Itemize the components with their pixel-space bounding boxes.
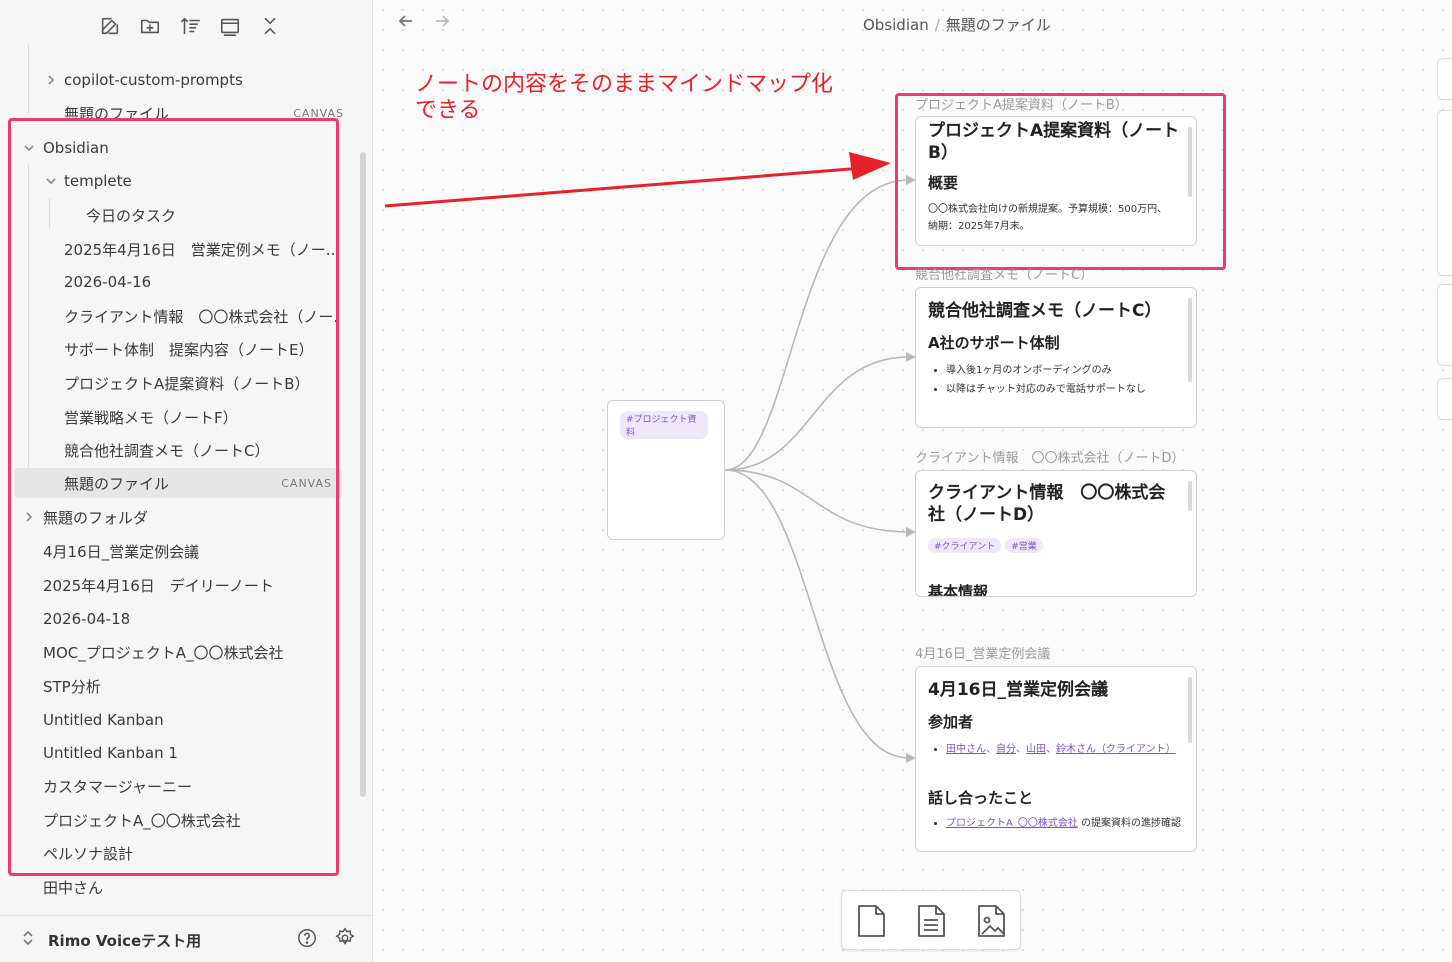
new-folder-icon xyxy=(140,19,160,34)
tag[interactable]: #クライアント xyxy=(928,538,1002,553)
chevron-right-icon xyxy=(44,73,58,87)
annotation-arrowhead xyxy=(849,152,891,180)
vault-name[interactable]: Rimo Voiceテスト用 xyxy=(48,930,201,951)
note-link[interactable]: プロジェクトA_〇〇株式会社 xyxy=(946,818,1078,829)
add-note-button[interactable] xyxy=(914,903,950,939)
separator: 、 xyxy=(1016,744,1026,755)
help-icon[interactable] xyxy=(296,927,318,953)
card-note-e[interactable]: 4月16日_営業定例会議 参加者 田中さん、自分、山田、鈴木さん（クライアント）… xyxy=(915,666,1197,852)
separator: 、 xyxy=(986,744,996,755)
sidebar-highlight-box xyxy=(8,118,339,876)
annotation-arrow xyxy=(384,166,864,208)
card-title: 競合他社調査メモ（ノートC） xyxy=(928,301,1162,321)
card-label-note-e: 4月16日_営業定例会議 xyxy=(915,647,1051,662)
card-title: クライアント情報 〇〇株式会社（ノートD） xyxy=(928,483,1166,525)
participant-link[interactable]: 鈴木さん（クライアント） xyxy=(1056,744,1176,755)
edge-to-note-e xyxy=(724,469,910,759)
card-heading: 基本情報 xyxy=(928,583,989,597)
card-scrollbar[interactable] xyxy=(1188,298,1192,382)
add-media-button[interactable] xyxy=(974,903,1010,939)
card-heading: A社のサポート体制 xyxy=(928,334,1060,352)
canvas-bottom-toolbar xyxy=(841,890,1021,950)
card-bullets: 導入後1ヶ月のオンボーディングのみ 以降はチャット対応のみで電話サポートなし xyxy=(928,361,1184,399)
add-card-icon xyxy=(858,905,885,937)
collapse-view-button[interactable] xyxy=(210,10,250,42)
new-note-icon xyxy=(101,17,119,35)
card-heading: 話し合ったこと xyxy=(928,789,1034,807)
vault-switch-chevron-icon[interactable] xyxy=(20,930,36,950)
participant-link[interactable]: 田中さん xyxy=(946,744,986,755)
edge-to-note-b xyxy=(724,179,910,471)
close-all-button[interactable] xyxy=(250,10,290,42)
card-tags: #クライアント #営業 xyxy=(928,534,1184,553)
card-scrollbar[interactable] xyxy=(1188,481,1192,511)
participant-link[interactable]: 山田 xyxy=(1026,744,1046,755)
card-heading: 参加者 xyxy=(928,713,974,731)
add-card-button[interactable] xyxy=(854,903,890,939)
tree-item-label: copilot-custom-prompts xyxy=(64,71,243,89)
tree-item-copilot-custom-prompts[interactable]: copilot-custom-prompts xyxy=(44,65,354,95)
collapse-view-icon xyxy=(220,18,240,36)
new-folder-button[interactable] xyxy=(130,10,170,42)
list-item: 以降はチャット対応のみで電話サポートなし xyxy=(946,380,1184,399)
sidebar-scrollbar[interactable] xyxy=(360,152,366,797)
card-bullets: 田中さん、自分、山田、鈴木さん（クライアント） xyxy=(928,740,1184,759)
list-item: 田中さん、自分、山田、鈴木さん（クライアント） xyxy=(946,740,1184,759)
list-item-text: の提案資料の進捗確認 xyxy=(1077,818,1182,829)
edge-to-note-d xyxy=(724,469,910,533)
card-label-note-d: クライアント情報 〇〇株式会社（ノートD） xyxy=(915,451,1185,466)
center-node[interactable]: #プロジェクト資料 xyxy=(607,400,725,540)
add-note-icon xyxy=(918,905,945,937)
card-highlight-box xyxy=(895,93,1226,270)
annotation-text: ノートの内容をそのままマインドマップ化 できる xyxy=(415,72,835,124)
card-label-note-c: 競合他社調査メモ（ノートC） xyxy=(915,268,1094,283)
file-explorer-toolbar xyxy=(90,10,290,42)
tag[interactable]: #営業 xyxy=(1005,538,1043,553)
center-node-tag[interactable]: #プロジェクト資料 xyxy=(620,411,708,439)
annotation-line-2: できる xyxy=(415,98,481,123)
separator: 、 xyxy=(1046,744,1056,755)
participant-link[interactable]: 自分 xyxy=(996,744,1016,755)
card-note-d[interactable]: クライアント情報 〇〇株式会社（ノートD） #クライアント #営業 基本情報 xyxy=(915,470,1197,597)
tree-item-label: 田中さん xyxy=(43,878,104,897)
sort-icon xyxy=(180,17,200,35)
tree-guide xyxy=(28,44,29,114)
card-note-c[interactable]: 競合他社調査メモ（ノートC） A社のサポート体制 導入後1ヶ月のオンボーディング… xyxy=(915,287,1197,428)
card-bullets: プロジェクトA_〇〇株式会社 の提案資料の進捗確認 xyxy=(928,816,1184,831)
tree-item-tanaka[interactable]: 田中さん xyxy=(43,872,333,902)
add-media-icon xyxy=(978,905,1005,937)
card-title: 4月16日_営業定例会議 xyxy=(928,680,1108,700)
close-all-icon xyxy=(264,17,276,35)
canvas-view[interactable]: Obsidian / 無題のファイル ノートの内容をそのままマインドマップ化 できる xyxy=(373,0,1452,962)
list-item: プロジェクトA_〇〇株式会社 の提案資料の進捗確認 xyxy=(946,816,1184,831)
file-explorer-sidebar: copilot-custom-prompts 無題のファイル CANVAS Ob… xyxy=(0,0,373,962)
new-note-button[interactable] xyxy=(90,10,130,42)
vault-switcher-bar: Rimo Voiceテスト用 xyxy=(0,915,372,962)
card-scrollbar[interactable] xyxy=(1188,677,1192,743)
gear-icon[interactable] xyxy=(334,927,356,953)
edge-to-note-c xyxy=(724,356,910,471)
list-item: 導入後1ヶ月のオンボーディングのみ xyxy=(946,361,1184,380)
clipped-row xyxy=(84,40,324,52)
sort-button[interactable] xyxy=(170,10,210,42)
annotation-line-1: ノートの内容をそのままマインドマップ化 xyxy=(415,72,834,97)
